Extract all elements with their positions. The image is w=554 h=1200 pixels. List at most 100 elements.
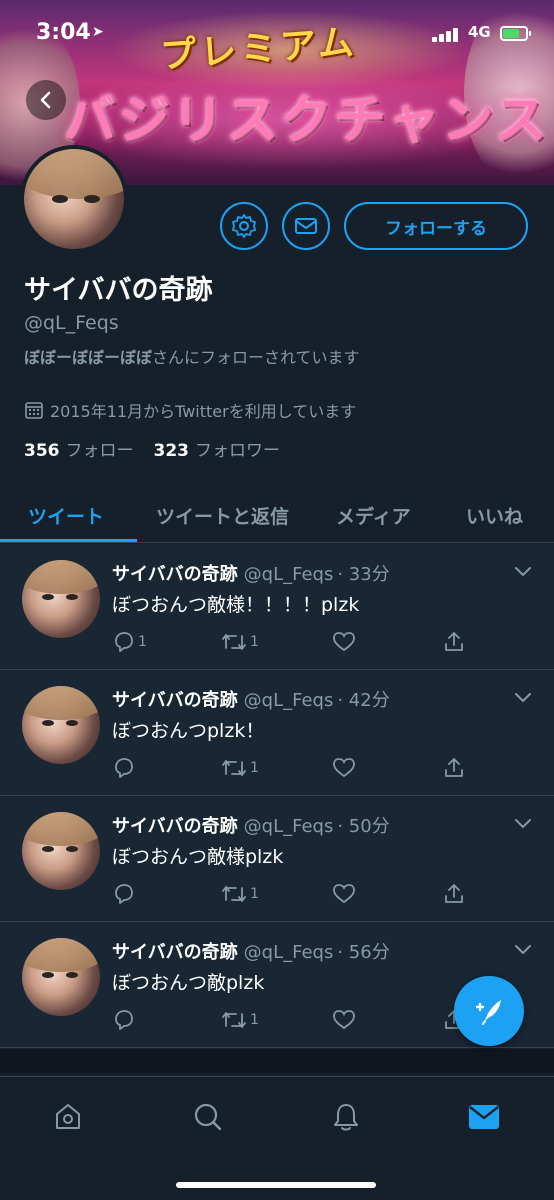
follow-button[interactable]: フォローする xyxy=(344,202,528,250)
tweet-time: · 42分 xyxy=(337,690,390,711)
followers-label: フォロワー xyxy=(195,441,280,461)
search-icon xyxy=(194,1103,222,1131)
tab-tweets-replies[interactable]: ツイートと返信 xyxy=(156,488,289,543)
reply-button[interactable] xyxy=(112,882,138,906)
chevron-down-icon[interactable] xyxy=(514,692,532,704)
tweet-avatar[interactable] xyxy=(22,686,100,764)
tweet[interactable]: サイババの奇跡 @qL_Feqs · 33分 ぼつおんつ敵様！！！！plzk 1 1 xyxy=(0,544,554,670)
banner-text-line2: バジリスクチャンス xyxy=(64,90,549,151)
tweet-actions: 1 xyxy=(112,756,472,784)
tab-media[interactable]: メディア xyxy=(336,488,411,543)
tweet-text: ぼつおんつplzk！ xyxy=(112,720,265,742)
followed-by-text: ぼぼーぼぼーぼぼさんにフォローされています xyxy=(24,344,360,368)
nav-search[interactable] xyxy=(188,1097,228,1137)
followed-by-suffix: さんにフォローされています xyxy=(152,348,360,367)
retweet-button[interactable]: 1 xyxy=(220,756,259,780)
following-count: 356 xyxy=(24,441,60,461)
tweet-author-name[interactable]: サイババの奇跡 xyxy=(112,816,238,837)
location-icon: ➤ xyxy=(92,24,104,40)
reply-count: 1 xyxy=(138,634,147,650)
chevron-down-icon[interactable] xyxy=(514,818,532,830)
retweet-count: 1 xyxy=(250,1012,259,1028)
followers-link[interactable]: 323 フォロワー xyxy=(154,436,281,461)
tweet-header: サイババの奇跡 @qL_Feqs · 42分 xyxy=(112,686,390,712)
compose-tweet-button[interactable] xyxy=(454,976,524,1046)
chevron-down-icon[interactable] xyxy=(514,944,532,956)
tweet-avatar[interactable] xyxy=(22,812,100,890)
share-icon xyxy=(445,758,463,777)
status-bar: 3:04 ➤ 4G xyxy=(0,0,554,64)
tab-tweets[interactable]: ツイート xyxy=(28,488,104,543)
like-icon xyxy=(333,632,355,652)
network-label: 4G xyxy=(468,23,491,41)
tweet-actions: 1 1 xyxy=(112,630,472,658)
tweet-avatar[interactable] xyxy=(22,560,100,638)
back-button[interactable] xyxy=(26,80,66,120)
tweet-author-handle: @qL_Feqs xyxy=(243,942,334,963)
retweet-button[interactable]: 1 xyxy=(220,1008,259,1032)
message-button[interactable] xyxy=(282,202,330,250)
tweet-time: · 50分 xyxy=(337,816,390,837)
settings-icon xyxy=(232,214,256,238)
back-icon xyxy=(40,91,51,109)
tab-active-indicator xyxy=(0,539,137,542)
share-button[interactable] xyxy=(442,630,466,654)
tweet-time: · 33分 xyxy=(337,564,390,585)
timeline-separator xyxy=(0,1049,554,1073)
reply-icon xyxy=(115,884,133,904)
followed-by-user[interactable]: ぼぼーぼぼーぼぼ xyxy=(24,348,152,367)
retweet-button[interactable]: 1 xyxy=(220,882,259,906)
tweet[interactable]: サイババの奇跡 @qL_Feqs · 42分 ぼつおんつplzk！ 1 xyxy=(0,670,554,796)
like-button[interactable] xyxy=(332,756,356,780)
reply-icon xyxy=(115,1010,133,1030)
retweet-button[interactable]: 1 xyxy=(220,630,259,654)
follow-stats: 356 フォロー 323 フォロワー xyxy=(24,436,280,461)
nav-messages[interactable] xyxy=(464,1097,504,1137)
retweet-icon xyxy=(222,1012,246,1028)
retweet-count: 1 xyxy=(250,634,259,650)
share-button[interactable] xyxy=(442,756,466,780)
tab-likes[interactable]: いいね xyxy=(466,488,523,543)
settings-button[interactable] xyxy=(220,202,268,250)
calendar-icon xyxy=(25,402,43,419)
tweet-header: サイババの奇跡 @qL_Feqs · 56分 xyxy=(112,938,390,964)
mail-icon xyxy=(295,218,317,234)
like-button[interactable] xyxy=(332,1008,356,1032)
profile-avatar[interactable] xyxy=(20,145,128,253)
signal-icon xyxy=(432,28,462,42)
home-indicator xyxy=(176,1182,376,1188)
tweet-author-name[interactable]: サイババの奇跡 xyxy=(112,690,238,711)
tweet-text: ぼつおんつ敵様！！！！plzk xyxy=(112,594,360,616)
tweet-author-name[interactable]: サイババの奇跡 xyxy=(112,942,238,963)
tweet-text: ぼつおんつ敵様plzk xyxy=(112,846,284,868)
notifications-icon xyxy=(334,1104,358,1131)
tweet-author-handle: @qL_Feqs xyxy=(243,690,334,711)
retweet-icon xyxy=(222,634,246,650)
reply-button[interactable] xyxy=(112,1008,138,1032)
like-button[interactable] xyxy=(332,882,356,906)
share-button[interactable] xyxy=(442,882,466,906)
tweet[interactable]: サイババの奇跡 @qL_Feqs · 50分 ぼつおんつ敵様plzk 1 xyxy=(0,796,554,922)
reply-button[interactable]: 1 xyxy=(112,630,147,654)
compose-icon xyxy=(475,1000,501,1025)
nav-home[interactable] xyxy=(48,1097,88,1137)
like-button[interactable] xyxy=(332,630,356,654)
battery-icon xyxy=(500,26,531,41)
share-icon xyxy=(445,632,463,651)
retweet-count: 1 xyxy=(250,760,259,776)
tweet-avatar[interactable] xyxy=(22,938,100,1016)
profile-handle: @qL_Feqs xyxy=(24,312,119,334)
home-icon xyxy=(56,1104,80,1129)
tweet-author-handle: @qL_Feqs xyxy=(243,564,334,585)
followers-count: 323 xyxy=(153,441,190,461)
profile-tabs: ツイート ツイートと返信 メディア いいね xyxy=(0,488,554,543)
reply-button[interactable] xyxy=(112,756,138,780)
following-link[interactable]: 356 フォロー xyxy=(24,436,134,461)
profile-name: サイババの奇跡 xyxy=(24,275,213,306)
tweet-author-name[interactable]: サイババの奇跡 xyxy=(112,564,238,585)
nav-notifications[interactable] xyxy=(326,1097,366,1137)
tweet-actions: 1 xyxy=(112,882,472,910)
following-label: フォロー xyxy=(65,441,134,461)
chevron-down-icon[interactable] xyxy=(514,566,532,578)
tweet-header: サイババの奇跡 @qL_Feqs · 50分 xyxy=(112,812,390,838)
